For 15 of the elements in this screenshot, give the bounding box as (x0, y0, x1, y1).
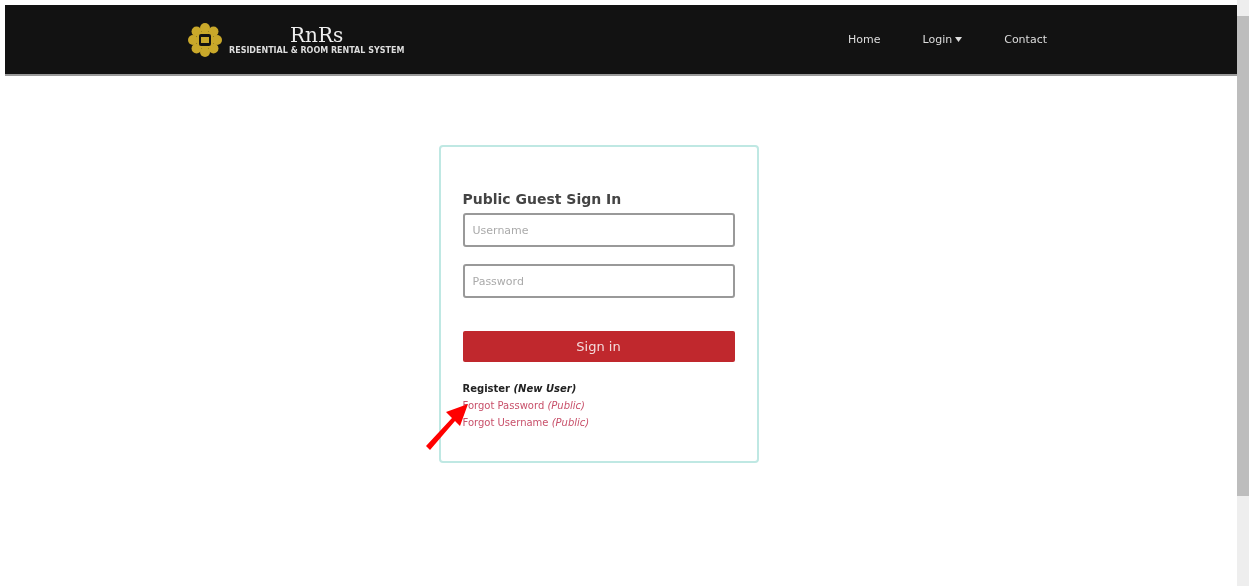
account-link[interactable]: Forgot Username (Public) (462, 414, 590, 431)
nav-link[interactable]: Login (922, 33, 963, 46)
scrollbar[interactable] (1237, 0, 1249, 586)
nav-link[interactable]: Home (848, 33, 881, 46)
card-title: Public Guest Sign In (462, 191, 623, 207)
brand-name: RnRs (290, 24, 344, 46)
account-link[interactable]: Register (New User) (462, 380, 577, 397)
scrollbar-thumb[interactable] (1237, 16, 1249, 496)
input-field[interactable]: Username (462, 213, 735, 247)
flower-logo-icon (187, 21, 223, 58)
account-link[interactable]: Forgot Password (Public) (462, 397, 585, 414)
sign-in-button[interactable]: Sign in (462, 331, 735, 362)
nav-link[interactable]: Contact (1004, 33, 1047, 46)
input-field[interactable]: Password (462, 264, 735, 298)
brand-tagline: RESIDENTIAL & ROOM RENTAL SYSTEM (229, 46, 405, 55)
